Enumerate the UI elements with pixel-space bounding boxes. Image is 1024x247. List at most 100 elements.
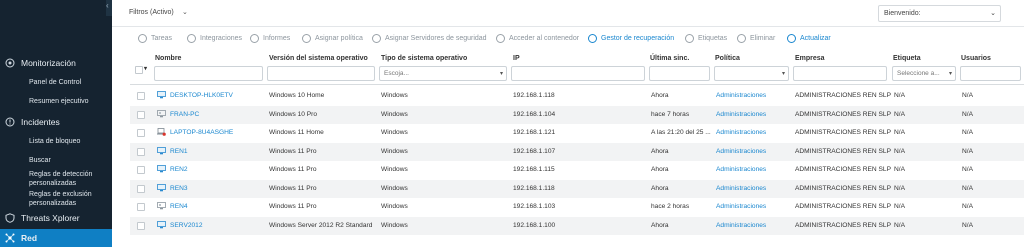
company-cell: ADMINISTRACIONES REN SLP — [795, 184, 891, 192]
endpoint-name[interactable]: DESKTOP-HLK0ETV — [170, 92, 233, 99]
policy-link[interactable]: Administraciones — [716, 92, 766, 99]
endpoint-name[interactable]: SERV2012 — [170, 222, 203, 229]
endpoint-name[interactable]: REN3 — [170, 185, 188, 192]
row-checkbox[interactable] — [137, 184, 145, 193]
table-row[interactable]: REN4 Windows 11 Pro Windows 192.168.1.103 ha… — [130, 198, 1024, 216]
os-version-filter-input[interactable] — [267, 66, 375, 81]
table-row[interactable]: FRAN-PC Windows 10 Pro Windows 192.168.1.10… — [130, 105, 1024, 124]
endpoint-name[interactable]: REN2 — [170, 166, 188, 173]
policy-filter-select[interactable]: ▾ — [714, 66, 789, 81]
row-checkbox[interactable] — [137, 92, 145, 100]
table-row[interactable]: SERV2012 Windows Server 2012 R2 Standard W… — [130, 216, 1024, 235]
col-header-tag[interactable]: Etiqueta — [893, 55, 921, 62]
ip-filter-input[interactable] — [511, 66, 645, 81]
tasks-button[interactable]: Tareas — [138, 34, 172, 43]
tag-filter-select[interactable]: Seleccione a... ▾ — [892, 66, 956, 81]
os-type-filter-select[interactable]: Escoja... ▾ — [379, 66, 507, 81]
users-cell: N/A — [962, 221, 973, 229]
col-header-last-sync[interactable]: Última sinc. — [650, 55, 689, 62]
company-filter-input[interactable] — [793, 66, 887, 81]
nav-item-dashboard[interactable]: Panel de Control — [29, 79, 81, 88]
col-header-os-type[interactable]: Tipo de sistema operativo — [381, 55, 467, 62]
select-all-checkbox[interactable] — [135, 66, 143, 74]
os-version-cell: Windows 10 Home — [269, 92, 325, 99]
company-cell: ADMINISTRACIONES REN SLP — [795, 203, 891, 210]
ip-cell: 192.168.1.118 — [513, 92, 555, 99]
policy-link[interactable]: Administraciones — [716, 166, 766, 173]
name-filter-input[interactable] — [154, 66, 263, 81]
endpoint-name[interactable]: FRAN-PC — [170, 111, 199, 118]
col-header-policy[interactable]: Política — [715, 55, 740, 62]
endpoint-name[interactable]: LAPTOP-8U4ASGHE — [170, 129, 233, 136]
recovery-manager-button[interactable]: Gestor de recuperación — [588, 34, 674, 43]
company-cell: ADMINISTRACIONES REN SLP — [795, 129, 891, 136]
table-row[interactable]: LAPTOP-8U4ASGHE Windows 11 Home Windows 192… — [130, 124, 1024, 142]
endpoint-name[interactable]: REN4 — [170, 203, 188, 210]
col-header-ip[interactable]: IP — [513, 55, 520, 62]
row-checkbox[interactable] — [137, 166, 145, 174]
row-checkbox[interactable] — [137, 147, 145, 156]
tags-button[interactable]: Etiquetas — [685, 34, 727, 43]
table-row[interactable]: REN1 Windows 11 Pro Windows 192.168.1.107 Ah… — [130, 142, 1024, 161]
nav-item-exclusion-rules[interactable]: Reglas de exclusión personalizadas — [29, 191, 109, 208]
policy-link[interactable]: Administraciones — [716, 222, 766, 229]
nav-monitoring[interactable]: Monitorización — [0, 58, 112, 68]
col-header-users[interactable]: Usuarios — [961, 55, 991, 62]
nav-item-search[interactable]: Buscar — [29, 157, 51, 166]
table-row[interactable]: REN3 Windows 11 Pro Windows 192.168.1.118 Ah… — [130, 179, 1024, 198]
last-sync-cell: Ahora — [651, 184, 669, 192]
col-header-os-version[interactable]: Versión del sistema operativo — [269, 55, 368, 62]
nav-threats-xplorer-label: Threats Xplorer — [21, 213, 80, 223]
policy-link[interactable]: Administraciones — [716, 203, 766, 210]
nav-item-blocklist[interactable]: Lista de bloqueo — [29, 138, 80, 147]
nav-network[interactable]: Red — [0, 233, 112, 243]
welcome-dropdown[interactable]: Bienvenido: ⌄ — [878, 5, 1001, 22]
endpoint-name[interactable]: REN1 — [170, 148, 188, 155]
refresh-button[interactable]: Actualizar — [787, 34, 831, 43]
delete-button[interactable]: Eliminar — [737, 34, 775, 43]
desktop-offline-icon — [157, 109, 166, 118]
policy-link[interactable]: Administraciones — [716, 111, 766, 118]
col-header-name[interactable]: Nombre — [155, 55, 181, 62]
policy-link[interactable]: Administraciones — [716, 129, 766, 136]
users-cell: N/A — [962, 92, 973, 99]
tag-cell: N/A — [894, 129, 905, 136]
users-filter-input[interactable] — [960, 66, 1021, 81]
container-button[interactable]: Acceder al contenedor — [496, 34, 579, 43]
tag-cell: N/A — [894, 221, 905, 229]
os-version-cell: Windows 11 Pro — [269, 184, 317, 192]
os-version-cell: Windows Server 2012 R2 Standard — [269, 221, 373, 229]
assign-servers-button[interactable]: Asignar Servidores de seguridad — [372, 34, 487, 43]
last-sync-cell: Ahora — [651, 221, 669, 229]
integrations-button[interactable]: Integraciones — [187, 34, 242, 43]
os-type-cell: Windows — [381, 110, 408, 118]
os-version-cell: Windows 10 Pro — [269, 110, 318, 118]
nav-incidents[interactable]: Incidentes — [0, 117, 112, 127]
row-checkbox[interactable] — [137, 110, 145, 119]
welcome-label: Bienvenido: — [884, 10, 921, 17]
assign-servers-icon — [372, 34, 381, 43]
chevron-down-icon[interactable]: ⌄ — [182, 8, 188, 16]
col-header-company[interactable]: Empresa — [795, 55, 825, 62]
row-checkbox[interactable] — [137, 129, 145, 137]
assign-policy-icon — [302, 34, 311, 43]
row-checkbox[interactable] — [137, 221, 145, 230]
table-row[interactable]: DESKTOP-HLK0ETV Windows 10 Home Windows 192… — [130, 87, 1024, 105]
reports-button[interactable]: Informes — [250, 34, 290, 43]
users-cell: N/A — [962, 110, 973, 118]
tasks-label: Tareas — [151, 35, 173, 42]
users-cell: N/A — [962, 129, 973, 136]
nav-item-detection-rules[interactable]: Reglas de detección personalizadas — [29, 171, 109, 188]
select-all-menu-icon[interactable]: ▾ — [144, 65, 147, 72]
policy-link[interactable]: Administraciones — [716, 185, 766, 192]
row-checkbox[interactable] — [137, 203, 145, 211]
last-sync-filter-input[interactable] — [649, 66, 710, 81]
policy-link[interactable]: Administraciones — [716, 148, 766, 155]
assign-policy-button[interactable]: Asignar política — [302, 34, 363, 43]
filters-toggle[interactable]: Filtros (Activo) — [129, 9, 174, 16]
nav-threats-xplorer[interactable]: Threats Xplorer — [0, 213, 112, 223]
table-row[interactable]: REN2 Windows 11 Pro Windows 192.168.1.115 Ah… — [130, 161, 1024, 179]
os-type-cell: Windows — [381, 129, 408, 136]
reports-label: Informes — [263, 35, 291, 42]
nav-item-executive-summary[interactable]: Resumen ejecutivo — [29, 98, 89, 107]
